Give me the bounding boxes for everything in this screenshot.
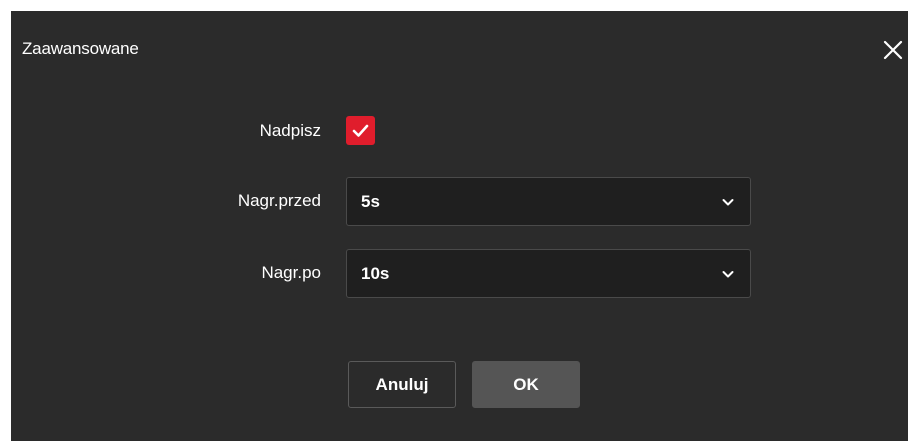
post-record-select[interactable]: 10s bbox=[346, 249, 751, 298]
pre-record-label: Nagr.przed bbox=[237, 191, 321, 210]
pre-record-select[interactable]: 5s bbox=[346, 177, 751, 226]
overwrite-label: Nadpisz bbox=[259, 121, 321, 140]
post-record-label: Nagr.po bbox=[261, 263, 321, 282]
chevron-down-icon bbox=[721, 267, 735, 281]
chevron-down-icon bbox=[721, 195, 735, 209]
overwrite-checkbox[interactable] bbox=[346, 116, 375, 145]
close-button[interactable] bbox=[878, 35, 908, 65]
checkmark-icon bbox=[352, 124, 369, 137]
ok-button[interactable]: OK bbox=[472, 361, 580, 408]
post-record-value: 10s bbox=[361, 264, 390, 283]
cancel-button[interactable]: Anuluj bbox=[348, 361, 456, 408]
close-icon bbox=[883, 40, 903, 60]
pre-record-value: 5s bbox=[361, 192, 380, 211]
advanced-settings-dialog: Zaawansowane Nadpisz Nagr.przed 5s Nagr.… bbox=[11, 11, 908, 441]
dialog-title: Zaawansowane bbox=[22, 39, 139, 58]
